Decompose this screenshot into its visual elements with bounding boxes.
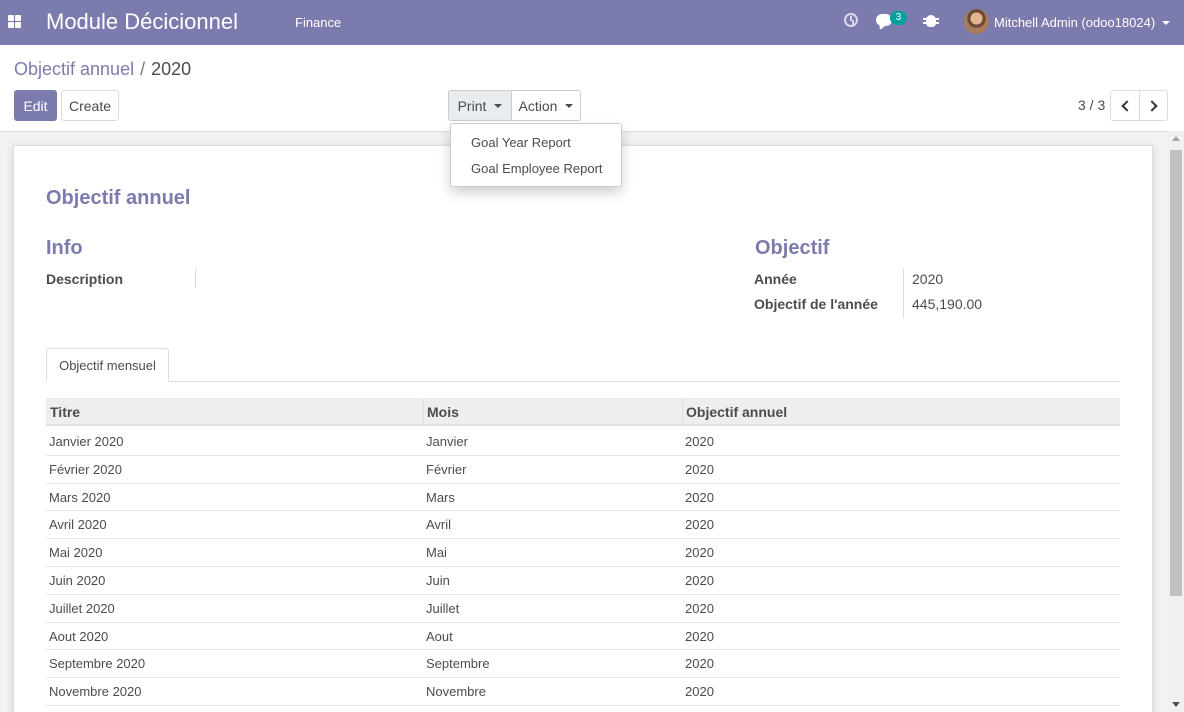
scrollbar-thumb[interactable] <box>1170 150 1182 596</box>
table-cell: Septembre 2020 <box>49 656 146 672</box>
table-cell: Novembre 2020 <box>49 684 142 700</box>
breadcrumb: Objectif annuel /2020 <box>14 59 191 80</box>
messages-badge: 3 <box>890 11 907 25</box>
description-label: Description <box>46 271 124 287</box>
table-cell: 2020 <box>685 572 714 588</box>
table-row[interactable]: Février 2020 Février 2020 <box>46 456 1120 484</box>
table-cell: Aout <box>426 628 453 644</box>
year-value: 2020 <box>912 271 944 287</box>
table-cell: Mars <box>426 489 455 505</box>
table-cell: Juin <box>426 572 450 588</box>
caret-down-icon <box>565 103 574 108</box>
breadcrumb-current: 2020 <box>151 59 192 79</box>
scroll-up-arrow-icon[interactable] <box>1172 136 1180 141</box>
table-cell: Juin 2020 <box>49 572 106 588</box>
table-cell: Juillet <box>426 600 460 616</box>
table-cell: Novembre <box>426 684 486 700</box>
table-cell: Février 2020 <box>49 461 122 477</box>
field-separator <box>903 269 904 318</box>
table-cell: Septembre <box>426 656 490 672</box>
pager-value[interactable]: 3 / 3 <box>1078 97 1105 113</box>
table-cell: Juillet 2020 <box>49 600 115 616</box>
table-cell: 2020 <box>685 461 714 477</box>
activity-clock-icon[interactable] <box>844 13 858 27</box>
print-dropdown-menu: Goal Year Report Goal Employee Report <box>450 123 622 187</box>
group-title-info: Info <box>46 237 83 259</box>
column-header-titre[interactable]: Titre <box>50 404 80 420</box>
table-cell: 2020 <box>685 434 714 449</box>
table-cell: Mars 2020 <box>49 489 111 505</box>
table-cell: Janvier <box>426 434 468 449</box>
column-header-objectif-annuel[interactable]: Objectif annuel <box>686 404 787 420</box>
table-row[interactable]: Juillet 2020 Juillet 2020 <box>46 595 1120 623</box>
table-header: Titre Mois Objectif annuel <box>46 398 1120 426</box>
table-cell: Janvier 2020 <box>49 434 124 449</box>
user-menu[interactable]: Mitchell Admin (odoo18024) <box>994 15 1155 30</box>
table-row[interactable]: Janvier 2020 Janvier 2020 <box>46 428 1120 456</box>
table-cell: Avril <box>426 517 452 533</box>
top-navbar: Module Décicionnel Finance 3 Mitchell Ad… <box>0 0 1184 45</box>
caret-down-icon <box>494 103 503 108</box>
menu-item-goal-year-report[interactable]: Goal Year Report <box>471 135 571 150</box>
table-cell: 2020 <box>685 684 714 700</box>
tab-objectif-mensuel[interactable]: Objectif mensuel <box>46 348 169 382</box>
app-title[interactable]: Module Décicionnel <box>46 9 238 35</box>
table-row[interactable]: Mai 2020 Mai 2020 <box>46 539 1120 567</box>
pager-previous-button[interactable] <box>1110 90 1140 121</box>
table-cell: 2020 <box>685 628 714 644</box>
table-row[interactable]: Juin 2020 Juin 2020 <box>46 567 1120 595</box>
print-dropdown-button[interactable]: Print <box>448 90 512 121</box>
create-button[interactable]: Create <box>61 90 119 121</box>
scroll-down-arrow-icon[interactable] <box>1172 702 1180 707</box>
chevron-left-icon <box>1120 99 1133 112</box>
action-label: Action <box>518 97 558 114</box>
table-cell: Février <box>426 461 467 477</box>
table-cell: 2020 <box>685 656 714 672</box>
field-separator <box>195 269 196 288</box>
pager-next-button[interactable] <box>1139 90 1168 121</box>
chevron-right-icon <box>1146 99 1158 112</box>
table-cell: 2020 <box>685 600 714 616</box>
table-cell: 2020 <box>685 489 714 505</box>
column-resize-handle[interactable] <box>682 398 683 424</box>
form-title: Objectif annuel <box>46 187 191 209</box>
table-body: Janvier 2020 Janvier 2020 Février 2020 Févri… <box>46 428 1120 706</box>
table-row[interactable]: Mars 2020 Mars 2020 <box>46 484 1120 512</box>
user-menu-caret-icon[interactable] <box>1162 21 1170 25</box>
year-label: Année <box>754 271 797 287</box>
edit-button[interactable]: Edit <box>14 90 57 121</box>
table-cell: Mai <box>426 545 447 561</box>
goal-value: 445,190.00 <box>912 296 983 312</box>
column-resize-handle[interactable] <box>423 398 424 424</box>
menu-item-goal-employee-report[interactable]: Goal Employee Report <box>471 161 603 176</box>
table-cell: 2020 <box>685 545 714 561</box>
action-dropdown-button[interactable]: Action <box>511 90 581 121</box>
menu-finance[interactable]: Finance <box>295 15 341 30</box>
debug-bug-icon[interactable] <box>923 15 939 27</box>
print-label: Print <box>457 97 487 114</box>
column-header-mois[interactable]: Mois <box>427 404 459 420</box>
table-row[interactable]: Aout 2020 Aout 2020 <box>46 623 1120 651</box>
tab-divider <box>46 381 1120 382</box>
breadcrumb-separator: / <box>140 59 146 79</box>
avatar[interactable] <box>964 9 989 34</box>
table-cell: Aout 2020 <box>49 628 109 644</box>
breadcrumb-parent[interactable]: Objectif annuel <box>14 59 134 79</box>
table-cell: 2020 <box>685 517 714 533</box>
group-title-objectif: Objectif <box>755 237 830 259</box>
table-row[interactable]: Avril 2020 Avril 2020 <box>46 511 1120 540</box>
table-cell: Mai 2020 <box>49 545 103 561</box>
goal-label: Objectif de l'année <box>754 296 878 312</box>
table-row[interactable]: Novembre 2020 Novembre 2020 <box>46 678 1120 706</box>
apps-grid-icon[interactable] <box>8 15 21 28</box>
table-cell: Avril 2020 <box>49 517 107 533</box>
table-row[interactable]: Septembre 2020 Septembre 2020 <box>46 650 1120 679</box>
